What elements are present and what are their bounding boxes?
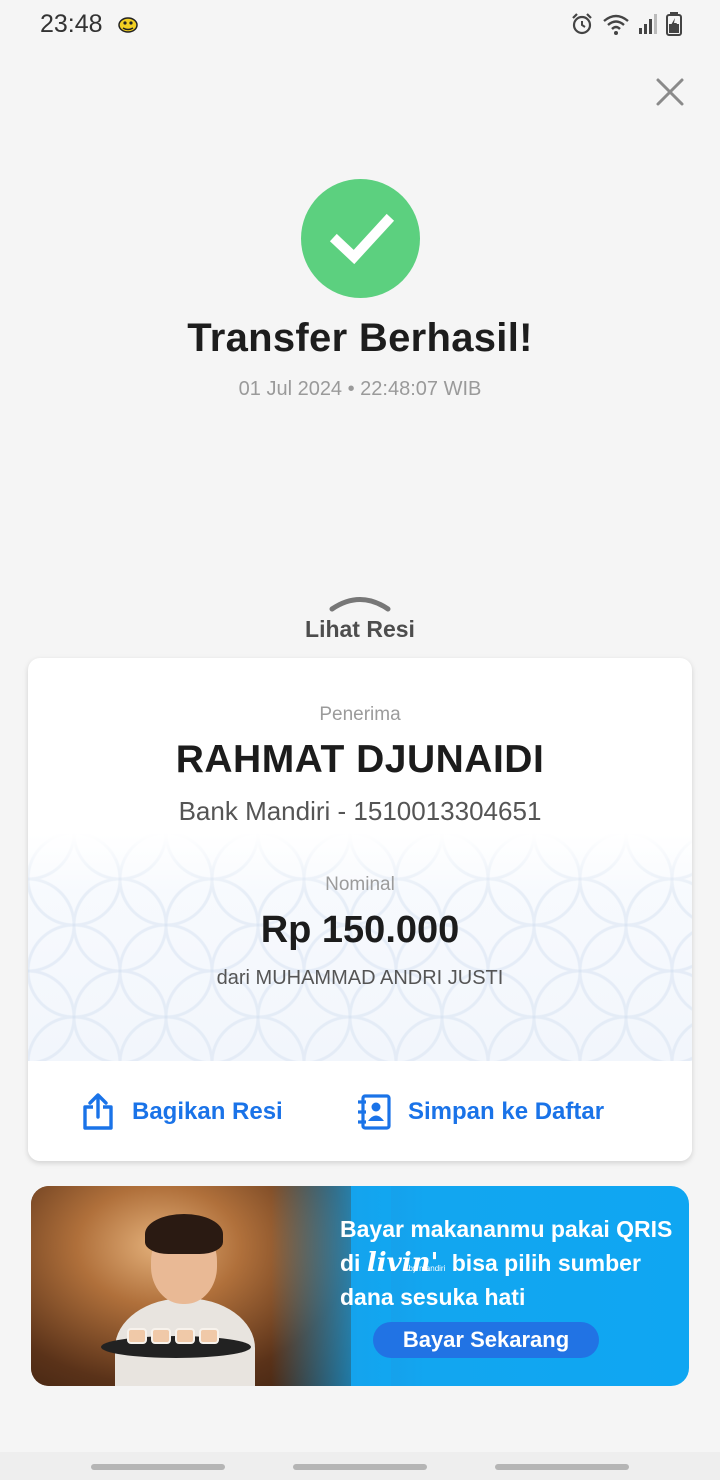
close-icon (656, 78, 684, 106)
sushi-piece (127, 1328, 147, 1344)
banner-line-2-prefix: di (340, 1250, 361, 1276)
person-hair (145, 1214, 223, 1254)
sushi-piece (199, 1328, 219, 1344)
page-title: Transfer Berhasil! (187, 316, 533, 360)
receipt-card: Penerima RAHMAT DJUNAIDI Bank Mandiri - … (28, 658, 692, 1161)
livin-logo-sub: by mandiri (408, 1264, 446, 1273)
status-time: 23:48 (40, 9, 103, 38)
save-to-list-button[interactable]: Simpan ke Daftar (356, 1093, 604, 1131)
sender-name: dari MUHAMMAD ANDRI JUSTI (216, 967, 504, 989)
success-badge (301, 179, 420, 298)
amount-label: Nominal (325, 874, 395, 895)
alarm-icon (572, 13, 592, 35)
contact-add-icon (358, 1094, 391, 1130)
status-bar: 23:48 (0, 0, 720, 48)
battery-icon (666, 12, 682, 36)
signal-icon (639, 14, 657, 34)
nav-back-button[interactable] (495, 1464, 629, 1470)
nav-recent-button[interactable] (91, 1464, 225, 1470)
recipient-bank-account: Bank Mandiri - 1510013304651 (178, 796, 542, 826)
nav-home-button[interactable] (293, 1464, 427, 1470)
pay-now-button[interactable]: Bayar Sekarang (373, 1322, 599, 1358)
close-button[interactable] (650, 72, 690, 112)
banner-text: Bayar makananmu pakai QRIS di livin'by m… (340, 1212, 680, 1314)
sushi-piece (151, 1328, 171, 1344)
save-to-list-label: Simpan ke Daftar (408, 1098, 605, 1125)
chevron-up-icon (329, 597, 391, 612)
check-icon (329, 213, 394, 264)
sushi-piece (175, 1328, 195, 1344)
app-notification-icon (117, 17, 138, 33)
recipient-name: RAHMAT DJUNAIDI (175, 738, 545, 781)
transfer-amount: Rp 150.000 (260, 909, 460, 951)
share-receipt-button[interactable]: Bagikan Resi (80, 1093, 283, 1131)
receipt-actions: Bagikan Resi Simpan ke Daftar (28, 1061, 692, 1161)
banner-line-3: dana sesuka hati (340, 1284, 526, 1310)
banner-line-2-suffix: bisa pilih sumber (451, 1250, 641, 1276)
status-right (570, 12, 682, 36)
transaction-datetime: 01 Jul 2024 • 22:48:07 WIB (238, 378, 482, 400)
recipient-label: Penerima (319, 704, 401, 725)
promo-banner[interactable]: Bayar makananmu pakai QRIS di livin'by m… (31, 1186, 689, 1386)
status-left: 23:48 (40, 10, 139, 39)
share-receipt-label: Bagikan Resi (132, 1098, 283, 1125)
livin-logo: livin' (366, 1248, 439, 1278)
view-receipt-label: Lihat Resi (305, 616, 415, 642)
banner-line-2: di livin'by mandiri bisa pilih sumber (340, 1246, 680, 1280)
wifi-icon (603, 14, 629, 35)
view-receipt-toggle[interactable]: Lihat Resi (260, 594, 460, 650)
banner-line-1: Bayar makananmu pakai QRIS (340, 1216, 673, 1242)
share-icon (83, 1093, 113, 1130)
system-navigation-bar (0, 1452, 720, 1480)
